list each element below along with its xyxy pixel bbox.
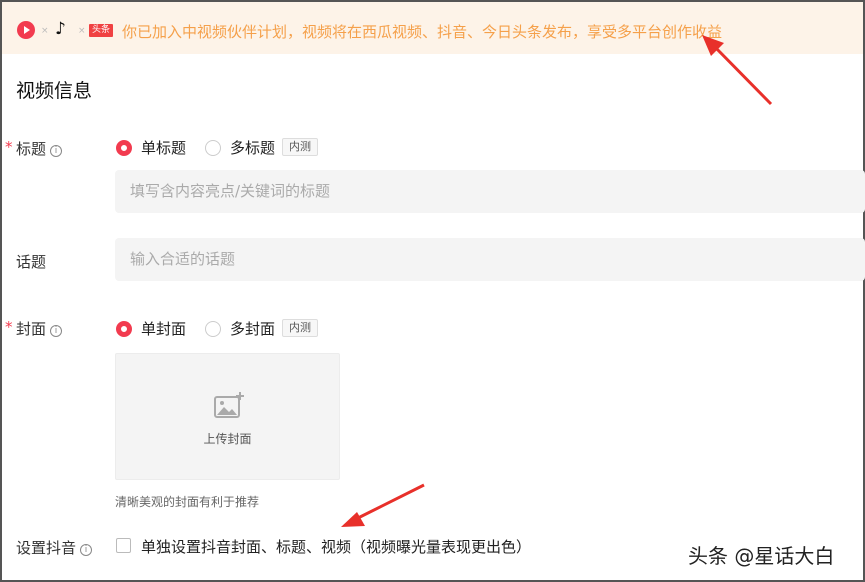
radio-label: 单封面 (141, 320, 187, 338)
beta-badge: 内测 (282, 319, 318, 337)
separator-icon: × (78, 26, 86, 36)
topic-label: 话题 (16, 253, 47, 271)
separator-icon: × (41, 26, 49, 36)
upload-label: 上传封面 (203, 432, 252, 446)
radio-checked-icon[interactable] (116, 139, 132, 156)
banner-text: 你已加入中视频伙伴计划，视频将在西瓜视频、抖音、今日头条发布，享受多平台创作收益 (122, 23, 723, 41)
cover-label: * 封面 i (5, 318, 63, 339)
info-icon[interactable]: i (50, 325, 63, 337)
xigua-icon (17, 21, 35, 39)
info-icon[interactable]: i (80, 544, 93, 556)
radio-checked-icon[interactable] (116, 320, 132, 337)
radio-single-title[interactable]: 单标题 (116, 137, 186, 158)
douyin-setting-checkbox[interactable] (116, 538, 131, 553)
info-icon[interactable]: i (50, 145, 63, 157)
title-input[interactable]: 填写含内容亮点/关键词的标题 (115, 170, 865, 213)
radio-label: 多封面 (230, 320, 276, 338)
cover-hint: 清晰美观的封面有利于推荐 (115, 495, 260, 509)
beta-badge: 内测 (282, 138, 318, 156)
required-mark: * (5, 138, 13, 156)
topic-input[interactable]: 输入合适的话题 (115, 238, 865, 281)
section-title: 视频信息 (16, 80, 93, 102)
title-label-text: 标题 (16, 140, 47, 158)
radio-single-cover[interactable]: 单封面 (116, 318, 186, 339)
radio-label: 单标题 (141, 139, 187, 157)
partner-banner: × ♪ × 头条 你已加入中视频伙伴计划，视频将在西瓜视频、抖音、今日头条发布，… (2, 2, 863, 54)
douyin-setting-label-text: 设置抖音 (16, 539, 77, 557)
radio-multi-cover[interactable]: 多封面 (205, 318, 275, 339)
douyin-icon: ♪ (55, 19, 66, 39)
toutiao-icon: 头条 (89, 24, 114, 37)
watermark: 头条 @星话大白 (688, 544, 835, 568)
radio-unchecked-icon[interactable] (205, 139, 221, 156)
required-mark: * (5, 318, 13, 336)
title-label: * 标题 i (5, 138, 63, 159)
image-upload-icon (214, 392, 244, 418)
douyin-setting-label: 设置抖音 i (16, 537, 93, 558)
radio-unchecked-icon[interactable] (205, 320, 221, 337)
cover-label-text: 封面 (16, 320, 47, 338)
douyin-setting-checkbox-label[interactable]: 单独设置抖音封面、标题、视频（视频曝光量表现更出色） (141, 536, 531, 557)
radio-multi-title[interactable]: 多标题 (205, 137, 275, 158)
radio-label: 多标题 (230, 139, 276, 157)
cover-upload-box[interactable]: 上传封面 (115, 353, 340, 480)
